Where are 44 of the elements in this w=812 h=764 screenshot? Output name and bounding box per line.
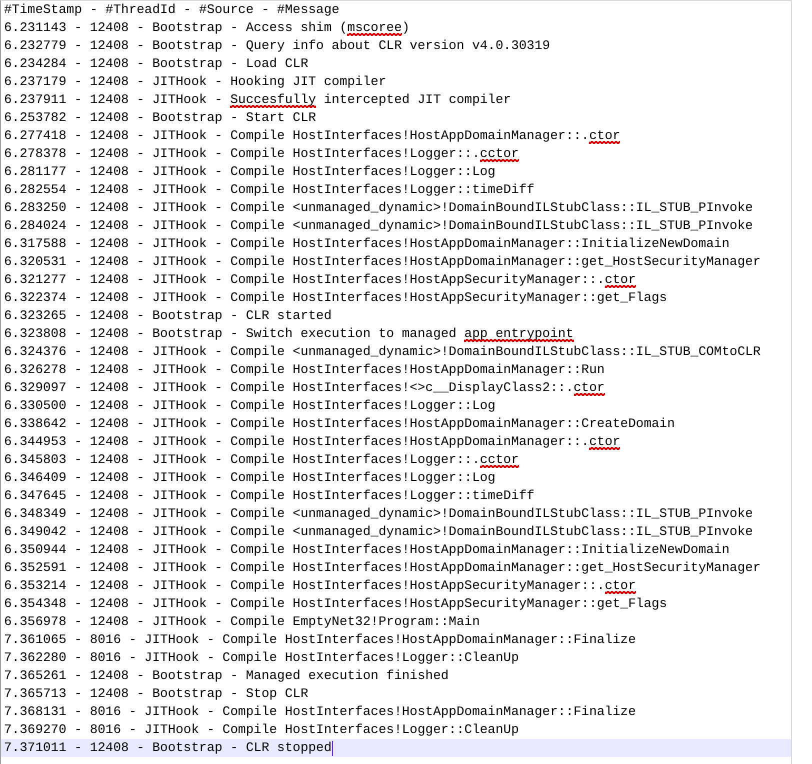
log-line: 6.354348 - 12408 - JITHook - Compile HostInterfaces!HostAppSecurityManager::get_Flags [4, 595, 668, 613]
log-line: 6.324376 - 12408 - JITHook - Compile <unmanaged_dynamic>!DomainBoundILStubClass::IL_STUB_COMtoCLR [4, 343, 761, 361]
log-line: 6.284024 - 12408 - JITHook - Compile <unmanaged_dynamic>!DomainBoundILStubClass::IL_STUB_PInvoke [4, 217, 753, 235]
text-cursor [332, 740, 333, 756]
log-line: 6.338642 - 12408 - JITHook - Compile HostInterfaces!HostAppDomainManager::CreateDomain [4, 415, 675, 433]
log-line: 6.232779 - 12408 - Bootstrap - Query info about CLR version v4.0.30319 [4, 37, 550, 55]
log-line: 6.234284 - 12408 - Bootstrap - Load CLR [4, 55, 308, 73]
log-line: 6.352591 - 12408 - JITHook - Compile HostInterfaces!HostAppDomainManager::get_HostSecurityManager [4, 559, 761, 577]
log-line: 6.329097 - 12408 - JITHook - Compile HostInterfaces!<>c__DisplayClass2::.ctor [4, 379, 605, 397]
log-line: 6.344953 - 12408 - JITHook - Compile HostInterfaces!HostAppDomainManager::.ctor [4, 433, 620, 451]
log-line: 6.348349 - 12408 - JITHook - Compile <unmanaged_dynamic>!DomainBoundILStubClass::IL_STUB_PInvoke [4, 505, 753, 523]
log-line: 7.368131 - 8016 - JITHook - Compile HostInterfaces!HostAppDomainManager::Finalize [4, 703, 636, 721]
log-line: 7.371011 - 12408 - Bootstrap - CLR stopped [4, 739, 332, 757]
log-line: 6.326278 - 12408 - JITHook - Compile HostInterfaces!HostAppDomainManager::Run [4, 361, 605, 379]
log-line: 6.320531 - 12408 - JITHook - Compile HostInterfaces!HostAppDomainManager::get_HostSecurityManager [4, 253, 761, 271]
text-editor[interactable] [0, 0, 792, 764]
log-line: 6.278378 - 12408 - JITHook - Compile HostInterfaces!Logger::.cctor [4, 145, 519, 163]
log-line: 6.281177 - 12408 - JITHook - Compile HostInterfaces!Logger::Log [4, 163, 496, 181]
log-line: 6.353214 - 12408 - JITHook - Compile HostInterfaces!HostAppSecurityManager::.ctor [4, 577, 636, 595]
log-line: 6.282554 - 12408 - JITHook - Compile HostInterfaces!Logger::timeDiff [4, 181, 534, 199]
log-line: 7.361065 - 8016 - JITHook - Compile HostInterfaces!HostAppDomainManager::Finalize [4, 631, 636, 649]
log-line: 6.237179 - 12408 - JITHook - Hooking JIT compiler [4, 73, 386, 91]
log-line: 6.322374 - 12408 - JITHook - Compile HostInterfaces!HostAppSecurityManager::get_Flags [4, 289, 668, 307]
log-line: 7.362280 - 8016 - JITHook - Compile HostInterfaces!Logger::CleanUp [4, 649, 519, 667]
log-line: 6.345803 - 12408 - JITHook - Compile HostInterfaces!Logger::.cctor [4, 451, 519, 469]
log-line: 6.349042 - 12408 - JITHook - Compile <unmanaged_dynamic>!DomainBoundILStubClass::IL_STUB_PInvoke [4, 523, 753, 541]
log-line: 6.350944 - 12408 - JITHook - Compile HostInterfaces!HostAppDomainManager::InitializeNewDomain [4, 541, 730, 559]
log-line: 6.237911 - 12408 - JITHook - Succesfully intercepted JIT compiler [4, 91, 512, 109]
log-line: 6.323808 - 12408 - Bootstrap - Switch execution to managed app entrypoint [4, 325, 574, 343]
log-line: 6.277418 - 12408 - JITHook - Compile HostInterfaces!HostAppDomainManager::.ctor [4, 127, 620, 145]
log-line: #TimeStamp - #ThreadId - #Source - #Message [4, 1, 340, 19]
log-line: 6.317588 - 12408 - JITHook - Compile HostInterfaces!HostAppDomainManager::InitializeNewDomain [4, 235, 730, 253]
log-line: 6.283250 - 12408 - JITHook - Compile <unmanaged_dynamic>!DomainBoundILStubClass::IL_STUB_PInvoke [4, 199, 753, 217]
log-line: 7.369270 - 8016 - JITHook - Compile HostInterfaces!Logger::CleanUp [4, 721, 519, 739]
log-line: 6.347645 - 12408 - JITHook - Compile HostInterfaces!Logger::timeDiff [4, 487, 534, 505]
log-line: 7.365713 - 12408 - Bootstrap - Stop CLR [4, 685, 308, 703]
log-line: 7.365261 - 12408 - Bootstrap - Managed execution finished [4, 667, 449, 685]
log-line: 6.253782 - 12408 - Bootstrap - Start CLR [4, 109, 316, 127]
log-line: 6.356978 - 12408 - JITHook - Compile EmptyNet32!Program::Main [4, 613, 480, 631]
log-line: 6.346409 - 12408 - JITHook - Compile HostInterfaces!Logger::Log [4, 469, 496, 487]
log-line: 6.330500 - 12408 - JITHook - Compile HostInterfaces!Logger::Log [4, 397, 496, 415]
log-line: 6.323265 - 12408 - Bootstrap - CLR started [4, 307, 332, 325]
log-line: 6.321277 - 12408 - JITHook - Compile HostInterfaces!HostAppSecurityManager::.ctor [4, 271, 636, 289]
log-line: 6.231143 - 12408 - Bootstrap - Access shim (mscoree) [4, 19, 410, 37]
